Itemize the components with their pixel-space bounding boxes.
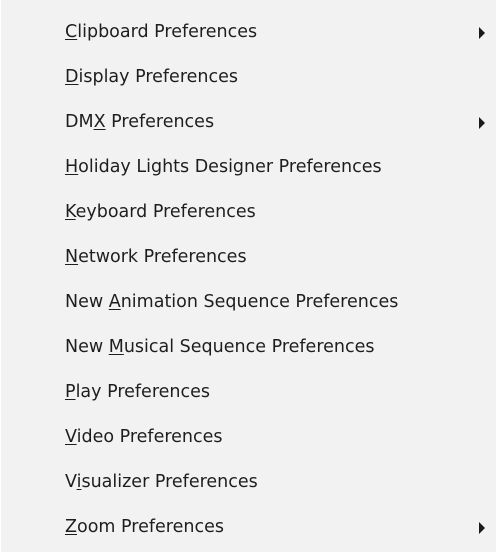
- menu-item-label: Visualizer Preferences: [65, 472, 258, 492]
- menu-item-display-preferences[interactable]: Display Preferences: [1, 55, 496, 100]
- menu-item-label: Clipboard Preferences: [65, 22, 258, 42]
- menu-item-label: DMX Preferences: [65, 112, 215, 132]
- menu-item-label: Video Preferences: [65, 427, 223, 447]
- menu-item-label: Network Preferences: [65, 247, 247, 267]
- submenu-arrow-icon: [479, 521, 485, 534]
- menu-item-new-animation-sequence-preferences[interactable]: New Animation Sequence Preferences: [1, 280, 496, 325]
- menu-item-zoom-preferences[interactable]: Zoom Preferences: [1, 505, 496, 550]
- menu-item-clipboard-preferences[interactable]: Clipboard Preferences: [1, 10, 496, 55]
- menu-item-visualizer-preferences[interactable]: Visualizer Preferences: [1, 460, 496, 505]
- menu-item-label: New Musical Sequence Preferences: [65, 337, 375, 357]
- menu-item-network-preferences[interactable]: Network Preferences: [1, 235, 496, 280]
- menu-item-label: Play Preferences: [65, 382, 210, 402]
- preferences-menu: Clipboard Preferences Display Preference…: [0, 0, 496, 552]
- submenu-arrow-icon: [479, 116, 485, 129]
- menu-item-keyboard-preferences[interactable]: Keyboard Preferences: [1, 190, 496, 235]
- menu-item-new-musical-sequence-preferences[interactable]: New Musical Sequence Preferences: [1, 325, 496, 370]
- submenu-arrow-icon: [479, 26, 485, 39]
- menu-item-holiday-lights-designer-preferences[interactable]: Holiday Lights Designer Preferences: [1, 145, 496, 190]
- menu-item-video-preferences[interactable]: Video Preferences: [1, 415, 496, 460]
- menu-item-label: Zoom Preferences: [65, 517, 224, 537]
- menu-item-dmx-preferences[interactable]: DMX Preferences: [1, 100, 496, 145]
- menu-item-play-preferences[interactable]: Play Preferences: [1, 370, 496, 415]
- menu-item-label: Holiday Lights Designer Preferences: [65, 157, 382, 177]
- menu-item-label: New Animation Sequence Preferences: [65, 292, 399, 312]
- menu-item-label: Display Preferences: [65, 67, 239, 87]
- menu-item-label: Keyboard Preferences: [65, 202, 256, 222]
